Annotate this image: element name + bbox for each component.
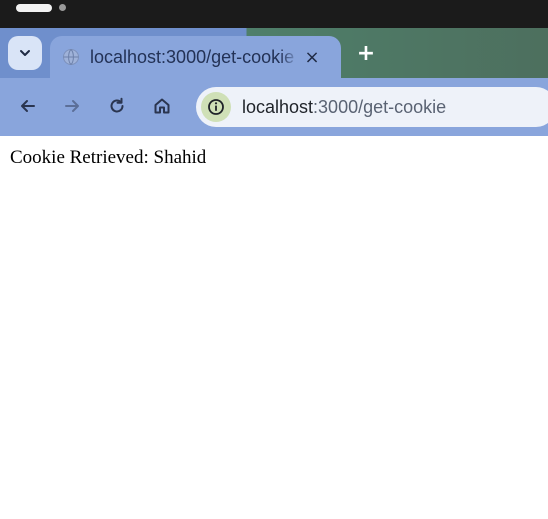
home-icon [154, 98, 170, 114]
site-info-button[interactable] [201, 92, 231, 122]
reload-button[interactable] [102, 91, 132, 121]
system-top-bar [0, 0, 548, 28]
globe-icon [62, 48, 80, 66]
active-tab[interactable]: localhost:3000/get-cookie × [50, 36, 341, 78]
forward-button[interactable] [57, 91, 87, 121]
url-path: :3000/get-cookie [313, 96, 447, 117]
tab-search-button[interactable] [8, 36, 42, 70]
back-button[interactable] [13, 91, 43, 121]
arrow-right-icon [65, 100, 79, 112]
browser-toolbar: localhost:3000/get-cookie [0, 78, 548, 136]
activities-indicator[interactable] [16, 4, 52, 12]
page-content: Cookie Retrieved: Shahid [0, 136, 548, 519]
new-tab-button[interactable]: + [353, 40, 379, 66]
arrow-left-icon [21, 100, 35, 112]
tab-close-button[interactable]: × [300, 45, 324, 69]
url-host: localhost [242, 96, 314, 117]
address-bar-url: localhost:3000/get-cookie [242, 97, 446, 118]
address-bar[interactable]: localhost:3000/get-cookie [196, 87, 548, 127]
workspace-dot-indicator [59, 4, 66, 11]
tab-title: localhost:3000/get-cookie [90, 46, 295, 67]
chevron-down-icon [20, 50, 30, 56]
home-button[interactable] [147, 91, 177, 121]
cookie-message: Cookie Retrieved: Shahid [10, 147, 207, 168]
reload-icon [110, 97, 124, 113]
info-icon [208, 99, 224, 115]
browser-tab-strip: localhost:3000/get-cookie × + [0, 28, 548, 78]
